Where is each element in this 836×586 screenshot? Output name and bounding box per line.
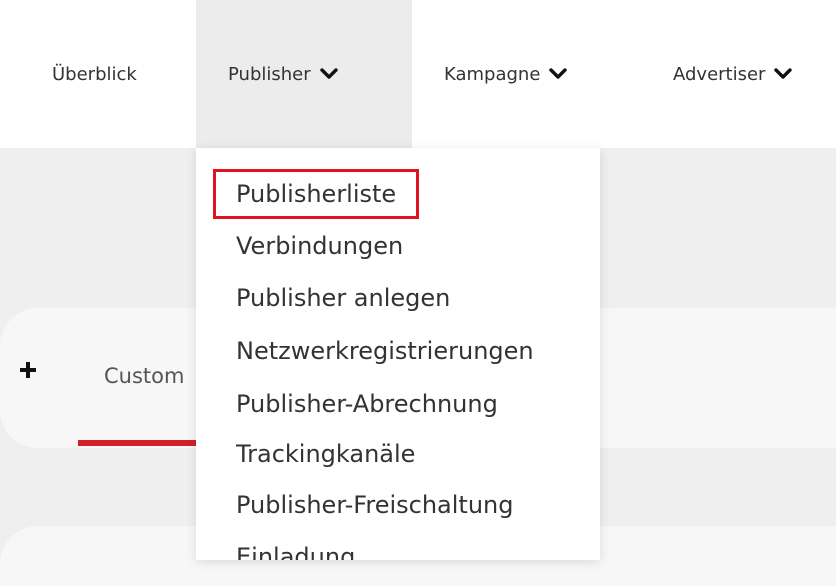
menu-item-publisherliste[interactable]: Publisherliste xyxy=(212,169,420,219)
menu-item-einladung[interactable]: Einladung xyxy=(236,541,355,560)
publisher-dropdown-menu: Publisherliste Verbindungen Publisher an… xyxy=(196,148,600,560)
nav-item-label: Publisher xyxy=(228,63,311,85)
chevron-down-icon xyxy=(319,68,338,80)
nav-item-label: Advertiser xyxy=(673,63,766,85)
menu-item-publisher-freischaltung[interactable]: Publisher-Freischaltung xyxy=(236,489,514,521)
nav-item-publisher[interactable]: Publisher xyxy=(196,0,412,148)
plus-icon[interactable] xyxy=(20,362,36,378)
top-navigation: Überblick Publisher Kampagne Advertiser xyxy=(0,0,836,148)
nav-item-ueberblick[interactable]: Überblick xyxy=(52,0,137,148)
nav-item-label: Überblick xyxy=(52,63,137,85)
nav-item-label: Kampagne xyxy=(444,63,541,85)
nav-item-kampagne[interactable]: Kampagne xyxy=(444,0,568,148)
menu-item-verbindungen[interactable]: Verbindungen xyxy=(236,230,403,262)
menu-item-trackingkanaele[interactable]: Trackingkanäle xyxy=(236,438,415,470)
tab-custom[interactable]: Custom xyxy=(104,364,200,388)
chevron-down-icon xyxy=(774,68,793,80)
menu-item-publisher-anlegen[interactable]: Publisher anlegen xyxy=(236,282,450,314)
active-tab-indicator xyxy=(78,440,196,446)
menu-item-netzwerkregistrierungen[interactable]: Netzwerkregistrierungen xyxy=(236,335,534,367)
chevron-down-icon xyxy=(549,68,568,80)
menu-item-publisher-abrechnung[interactable]: Publisher-Abrechnung xyxy=(236,388,498,420)
nav-item-advertiser[interactable]: Advertiser xyxy=(673,0,793,148)
